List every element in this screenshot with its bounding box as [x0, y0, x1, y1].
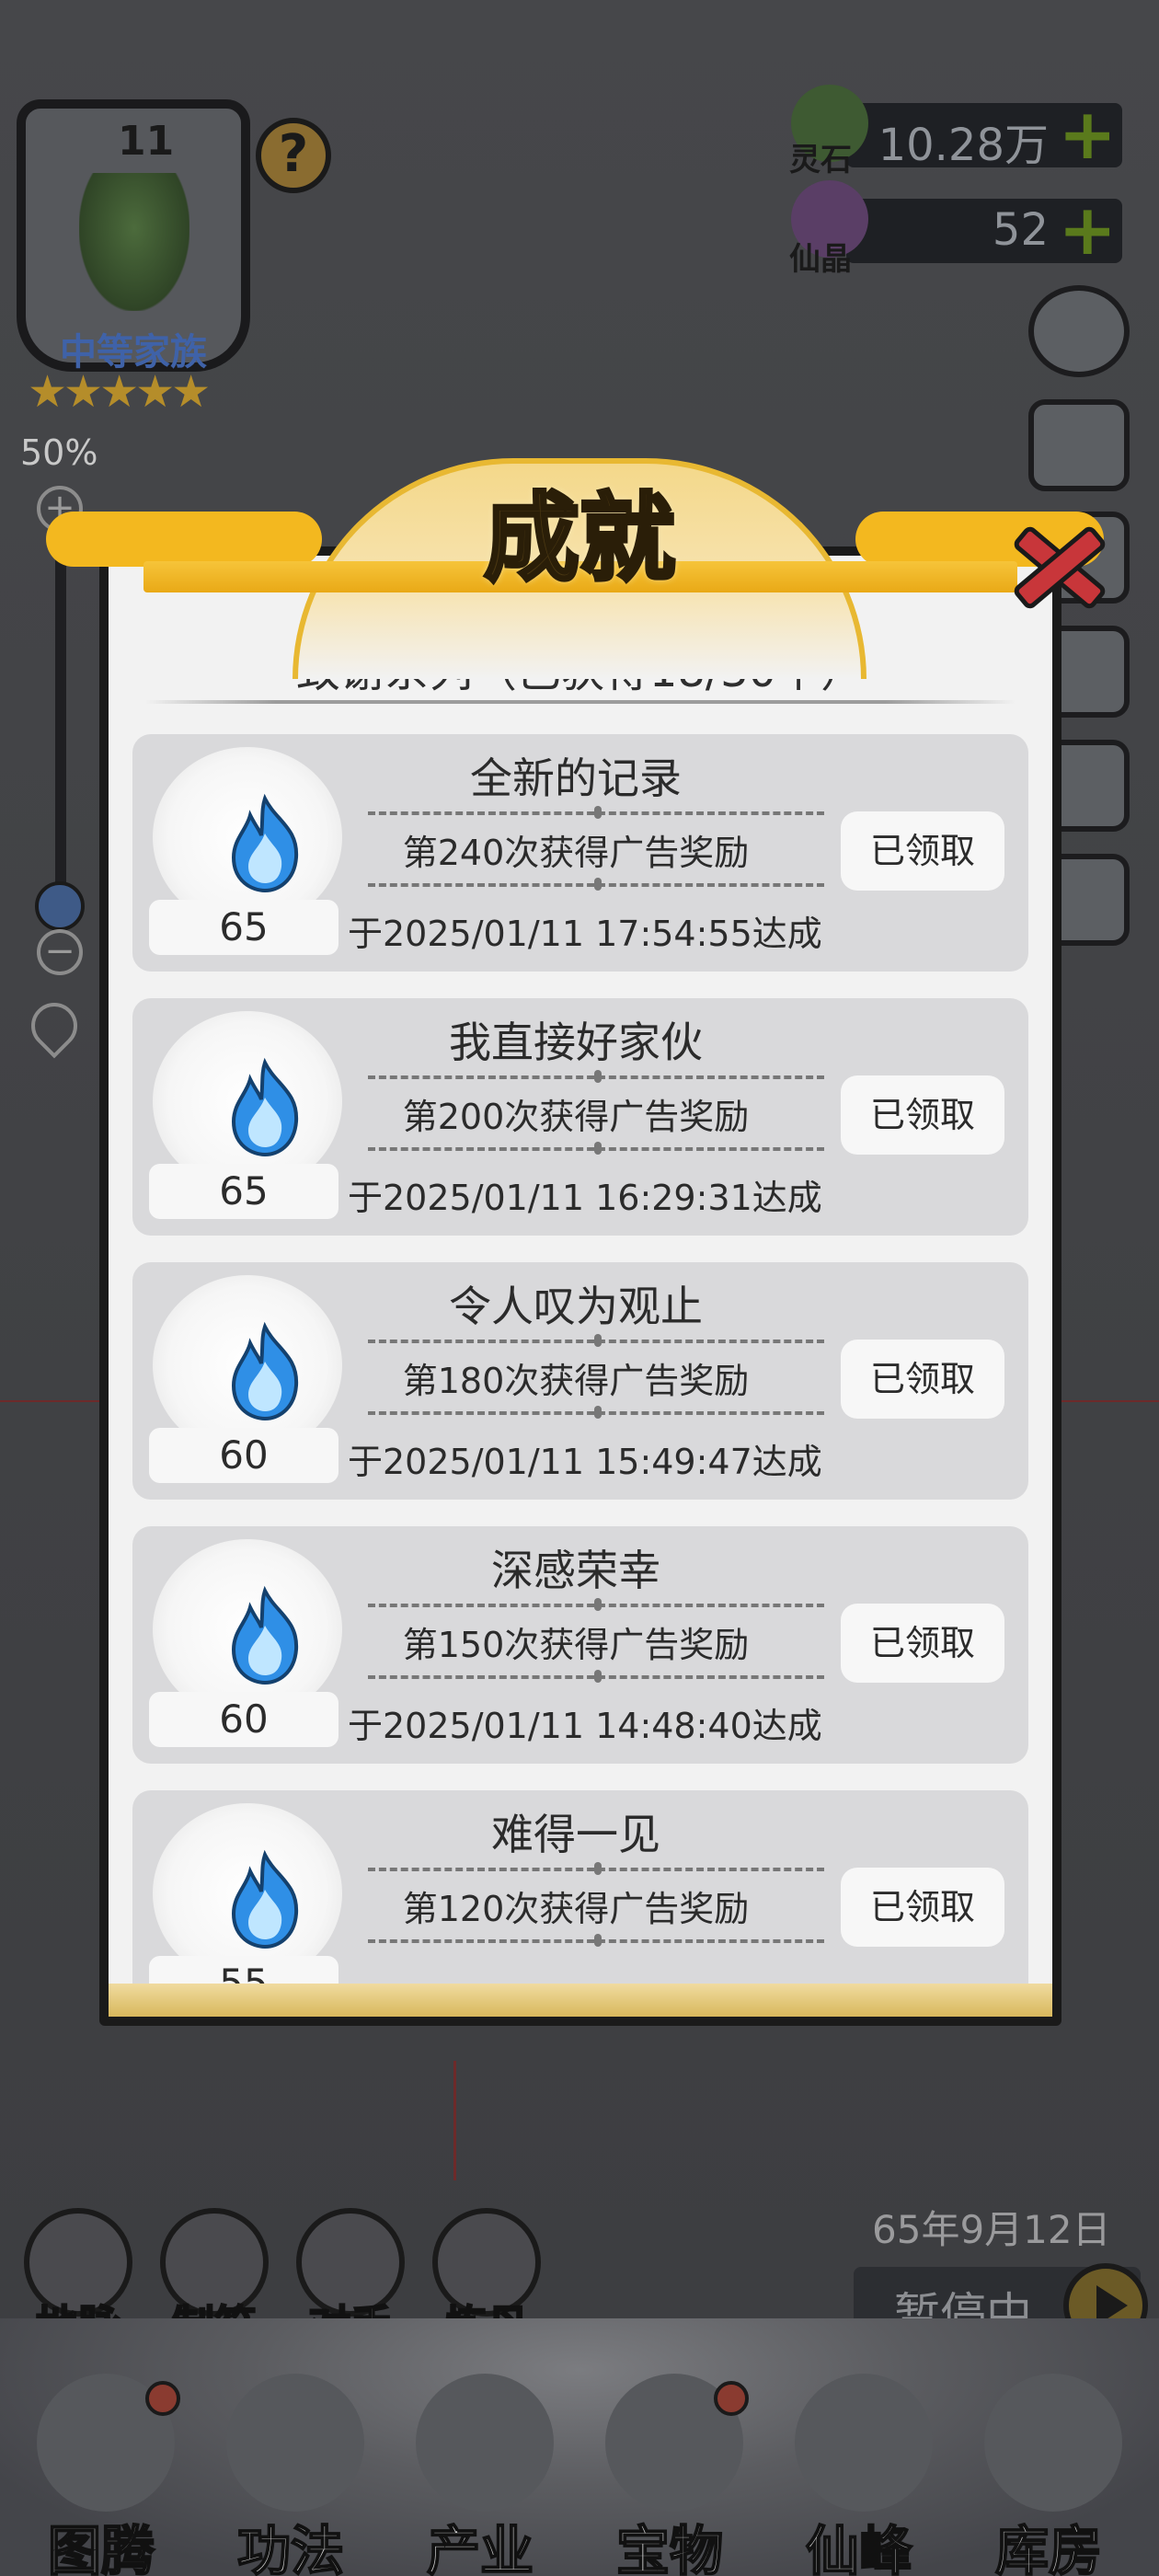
achievement-desc: 第180次获得广告奖励 — [402, 1361, 750, 1401]
achievement-date: 于2025/01/11 17:54:55达成 — [348, 914, 822, 954]
claimed-button[interactable]: 已领取 — [841, 1868, 1004, 1947]
zoom-out-button[interactable]: − — [37, 929, 83, 975]
reward-count: 65 — [149, 1164, 339, 1219]
divider-dot — [594, 806, 602, 819]
help-button[interactable]: ? — [256, 118, 331, 193]
divider-dot — [594, 1334, 602, 1347]
currency-xianjing-bar: 52 + — [846, 193, 1122, 267]
add-xianjing-button[interactable]: + — [1058, 193, 1117, 267]
divider-dot — [594, 1598, 602, 1611]
nav-tab-totem[interactable]: 图腾 — [9, 2374, 193, 2576]
nav-tab-treasure[interactable]: 宝物 — [578, 2374, 762, 2576]
nav-tab-treasure-label: 宝物 — [615, 2519, 724, 2576]
modal-bottom-trim — [109, 1984, 1052, 2017]
claimed-button[interactable]: 已领取 — [841, 1604, 1004, 1683]
close-button[interactable] — [1004, 515, 1115, 616]
map-path-connector — [453, 2061, 456, 2180]
reward-count: 60 — [149, 1692, 339, 1747]
reward-count: 65 — [149, 900, 339, 955]
nav-tab-storage-label: 库房 — [994, 2519, 1103, 2576]
notification-dot — [714, 2381, 749, 2416]
achievement-name: 深感荣幸 — [491, 1546, 660, 1595]
flame-scroll-icon — [226, 2374, 364, 2512]
mountain-house-icon — [416, 2374, 554, 2512]
currency-xianjing-label: 仙晶 — [789, 241, 852, 278]
blue-flame-icon — [231, 1057, 299, 1157]
achievement-date: 于2025/01/11 14:48:40达成 — [348, 1706, 822, 1746]
blue-flame-icon — [231, 1849, 299, 1949]
claimed-button[interactable]: 已领取 — [841, 1075, 1004, 1155]
family-badge[interactable]: 11 中等家族 — [17, 99, 250, 374]
scroll-icon[interactable] — [1028, 399, 1130, 491]
game-date: 65年9月12日 — [872, 2207, 1111, 2252]
ribbon-left — [46, 512, 322, 567]
currency-lingshi-value: 10.28万 — [878, 120, 1049, 171]
nav-tab-gongfa[interactable]: 功法 — [199, 2374, 383, 2576]
divider-dot — [594, 1934, 602, 1947]
blue-flame-icon — [231, 1321, 299, 1421]
divider-dot — [594, 878, 602, 891]
yin-yang-icon[interactable] — [1028, 285, 1130, 377]
divider-dot — [594, 1862, 602, 1875]
nav-tab-gongfa-label: 功法 — [236, 2519, 345, 2576]
achievement-modal: 致谢系列（已获得18/30个） 65 全新的记录 第240次获得广告奖励 于20… — [109, 556, 1052, 2017]
achievement-desc: 第150次获得广告奖励 — [402, 1625, 750, 1665]
family-level: 11 — [118, 118, 175, 165]
achievement-name: 我直接好家伙 — [449, 1018, 703, 1067]
divider-dot — [594, 1670, 602, 1683]
nav-tab-storage[interactable]: 库房 — [957, 2374, 1141, 2576]
claimed-button[interactable]: 已领取 — [841, 1340, 1004, 1419]
reward-count: 55 — [149, 1956, 339, 1985]
achievement-card: 65 我直接好家伙 第200次获得广告奖励 于2025/01/11 16:29:… — [132, 998, 1028, 1236]
nav-tab-totem-label: 图腾 — [47, 2519, 155, 2576]
achievement-card: 55 难得一见 第120次获得广告奖励 已领取 — [132, 1790, 1028, 1985]
currency-lingshi-label: 灵石 — [789, 142, 852, 178]
achievement-card: 60 令人叹为观止 第180次获得广告奖励 于2025/01/11 15:49:… — [132, 1262, 1028, 1500]
nav-tab-industry-label: 产业 — [426, 2519, 534, 2576]
peak-icon — [795, 2374, 933, 2512]
achievement-date: 于2025/01/11 15:49:47达成 — [348, 1442, 822, 1482]
divider-dot — [594, 1142, 602, 1155]
achievement-desc: 第240次获得广告奖励 — [402, 833, 750, 873]
divider-dot — [594, 1406, 602, 1419]
achievement-date: 于2025/01/11 16:29:31达成 — [348, 1178, 822, 1218]
star-rating: ★★★★★ — [28, 366, 211, 418]
divider — [145, 700, 1016, 704]
nav-tab-peak-label: 仙峰 — [805, 2519, 913, 2576]
blue-flame-icon — [231, 793, 299, 893]
nav-tab-industry[interactable]: 产业 — [388, 2374, 572, 2576]
notification-dot — [145, 2381, 180, 2416]
tree-icon — [79, 173, 189, 311]
achievement-list[interactable]: 65 全新的记录 第240次获得广告奖励 于2025/01/11 17:54:5… — [132, 734, 1028, 1985]
claimed-button[interactable]: 已领取 — [841, 811, 1004, 891]
achievement-name: 全新的记录 — [470, 753, 682, 803]
sack-icon — [984, 2374, 1122, 2512]
nav-tab-peak[interactable]: 仙峰 — [767, 2374, 951, 2576]
add-lingshi-button[interactable]: + — [1058, 98, 1117, 171]
divider-dot — [594, 1070, 602, 1083]
achievement-desc: 第120次获得广告奖励 — [402, 1889, 750, 1929]
modal-title: 成就 — [482, 480, 677, 596]
achievement-name: 令人叹为观止 — [449, 1282, 703, 1331]
achievement-card: 65 全新的记录 第240次获得广告奖励 于2025/01/11 17:54:5… — [132, 734, 1028, 972]
zoom-slider[interactable] — [55, 552, 66, 929]
zoom-percent: 50% — [20, 432, 98, 473]
achievement-name: 难得一见 — [491, 1810, 660, 1859]
achievement-card: 60 深感荣幸 第150次获得广告奖励 于2025/01/11 14:48:40… — [132, 1526, 1028, 1764]
currency-lingshi-bar: 10.28万 + — [846, 98, 1122, 171]
achievement-desc: 第200次获得广告奖励 — [402, 1097, 750, 1137]
zoom-slider-handle[interactable] — [35, 881, 85, 931]
blue-flame-icon — [231, 1585, 299, 1685]
currency-xianjing-value: 52 — [992, 204, 1049, 256]
reward-count: 60 — [149, 1428, 339, 1483]
